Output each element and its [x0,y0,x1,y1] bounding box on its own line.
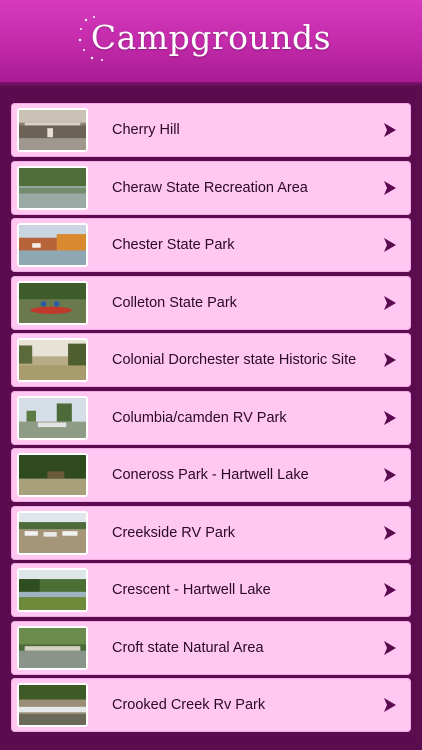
canoe-river-photo [17,280,88,325]
list-item[interactable]: Creekside RV Park [11,505,411,560]
campground-list-container: Cherry Hill Cheraw State Recreation Area C… [0,86,422,750]
chevron-right-icon [383,582,397,598]
rv-lot-photo [17,510,88,555]
lake-trees-photo [17,165,88,210]
list-item[interactable]: Colleton State Park [11,275,411,330]
list-item-label: Colonial Dorchester state Historic Site [112,352,357,368]
rv-park-photo [17,395,88,440]
mall-interior-photo [17,108,88,152]
bridge-photo [17,625,88,670]
list-item-label: Chester State Park [112,237,235,253]
chevron-right-icon [383,295,397,311]
list-item-label: Colleton State Park [112,294,237,311]
chevron-right-icon [383,237,397,253]
creek-rocks-photo [17,683,88,727]
list-item-label: Coneross Park - Hartwell Lake [112,467,309,483]
lakeshore-photo [17,568,88,612]
chevron-right-icon [383,352,397,368]
chevron-right-icon [383,467,397,483]
list-item-label: Cherry Hill [112,122,180,138]
list-item-label: Columbia/camden RV Park [112,409,287,426]
app-header: Campgrounds [0,0,422,84]
list-item[interactable]: Croft state Natural Area [11,620,411,675]
list-item[interactable]: Columbia/camden RV Park [11,390,411,445]
list-item[interactable]: Crooked Creek Rv Park [11,678,411,732]
campground-list: Cherry Hill Cheraw State Recreation Area C… [11,103,411,736]
chevron-right-icon [383,122,397,138]
chevron-right-icon [383,410,397,426]
lake-autumn-photo [17,223,88,267]
list-item-label: Crescent - Hartwell Lake [112,582,271,598]
list-item[interactable]: Coneross Park - Hartwell Lake [11,448,411,502]
list-item[interactable]: Colonial Dorchester state Historic Site [11,333,411,387]
list-item[interactable]: Chester State Park [11,218,411,272]
list-item[interactable]: Crescent - Hartwell Lake [11,563,411,617]
forest-campsite-photo [17,453,88,497]
list-item-label: Crooked Creek Rv Park [112,697,266,713]
list-item[interactable]: Cheraw State Recreation Area [11,160,411,215]
field-trees-photo [17,338,88,382]
list-item-label: Croft state Natural Area [112,639,264,656]
chevron-right-icon [383,640,397,656]
list-item-label: Creekside RV Park [112,524,236,541]
chevron-right-icon [383,697,397,713]
chevron-right-icon [383,180,397,196]
list-item[interactable]: Cherry Hill [11,103,411,157]
chevron-right-icon [383,525,397,541]
list-item-label: Cheraw State Recreation Area [112,179,308,196]
page-title: Campgrounds [90,18,332,57]
